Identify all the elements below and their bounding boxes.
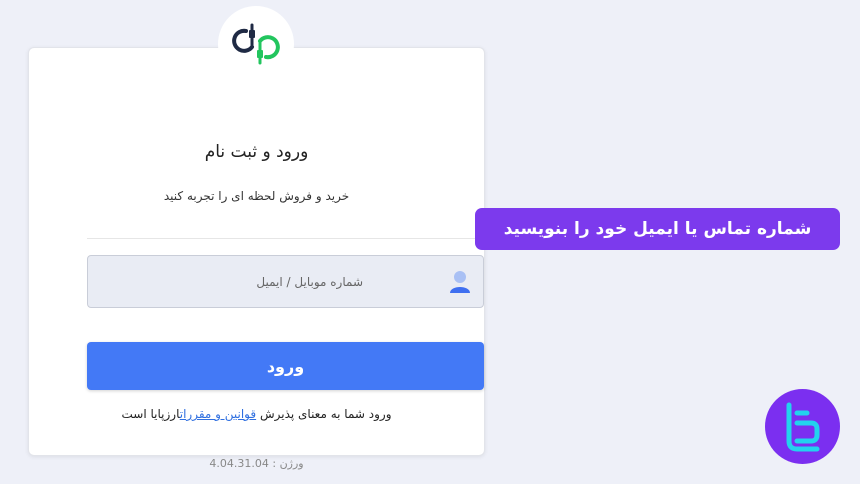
subtitle: خرید و فروش لحظه ای را تجربه کنید bbox=[163, 189, 350, 203]
version-text: ورژن : 4.04.31.04 bbox=[29, 457, 484, 470]
logo-container bbox=[218, 6, 294, 82]
phone-email-field[interactable] bbox=[87, 255, 484, 308]
version-value: 4.04.31.04 bbox=[209, 457, 269, 470]
login-button[interactable]: ورود bbox=[87, 342, 484, 390]
arzpaya-logo-icon bbox=[232, 23, 280, 65]
terms-suffix: ارزپایا است bbox=[121, 407, 180, 421]
version-label: ورژن : bbox=[272, 457, 304, 470]
divider bbox=[87, 238, 484, 239]
brand-badge bbox=[765, 389, 840, 464]
login-card: ورود و ثبت نام خرید و فروش لحظه ای را تج… bbox=[28, 47, 485, 470]
terms-text: ورود شما به معنای پذیرش قوانین و مقرراتا… bbox=[29, 407, 484, 421]
page-title: ورود و ثبت نام bbox=[204, 142, 309, 162]
terms-link[interactable]: قوانین و مقررات bbox=[180, 407, 256, 421]
brand-badge-icon bbox=[786, 402, 820, 452]
terms-prefix: ورود شما به معنای پذیرش bbox=[259, 407, 392, 421]
callout-banner: شماره تماس یا ایمیل خود را بنویسید bbox=[475, 208, 840, 250]
user-icon bbox=[450, 271, 470, 293]
phone-email-input[interactable] bbox=[88, 256, 483, 307]
